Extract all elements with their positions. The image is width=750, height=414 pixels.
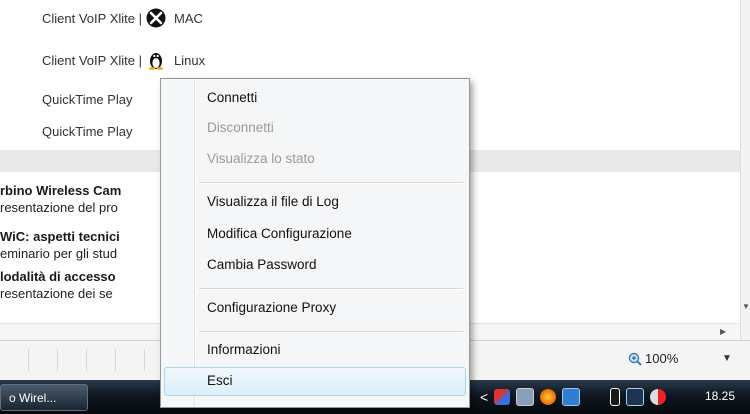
network-app-icon[interactable] xyxy=(494,389,511,405)
zoom-icon xyxy=(628,352,642,366)
notification-area: < xyxy=(480,384,667,410)
monitor-icon[interactable] xyxy=(516,388,535,406)
menu-separator xyxy=(199,182,463,184)
scroll-right-arrow-icon[interactable]: ▶ xyxy=(720,327,726,336)
download-link-quicktime[interactable]: QuickTime Play xyxy=(42,124,133,139)
download-link-quicktime[interactable]: QuickTime Play xyxy=(42,92,133,107)
news-description: eminario per gli stud xyxy=(0,246,118,261)
linux-tux-icon xyxy=(146,50,166,70)
zoom-level: 100% xyxy=(645,351,679,366)
news-title[interactable]: WiC: aspetti tecnici xyxy=(0,228,120,245)
apple-x-icon xyxy=(146,8,166,28)
menu-item-informazioni[interactable]: Informazioni xyxy=(207,342,281,357)
security-shield-icon[interactable] xyxy=(540,389,557,405)
menu-icon-gutter xyxy=(194,81,196,405)
os-label: Linux xyxy=(173,52,206,68)
menu-item-disconnetti: Disconnetti xyxy=(207,120,274,135)
download-label: Client VoIP Xlite | xyxy=(42,10,142,26)
network-connection-icon[interactable] xyxy=(626,388,645,406)
download-label: QuickTime Play xyxy=(42,92,133,107)
menu-item-visualizza-log[interactable]: Visualizza il file di Log xyxy=(207,194,339,209)
taskbar-clock[interactable]: 18.25 xyxy=(705,389,735,403)
zoom-dropdown-icon[interactable]: ▼ xyxy=(722,353,732,364)
download-label: Client VoIP Xlite | xyxy=(42,52,142,68)
download-label: QuickTime Play xyxy=(42,124,133,139)
scroll-down-arrow-icon[interactable]: ▼ xyxy=(742,302,750,311)
menu-separator xyxy=(199,331,463,333)
download-link-xlite-mac[interactable]: Client VoIP Xlite | MAC xyxy=(42,8,203,28)
volume-muted-icon[interactable] xyxy=(650,389,667,405)
news-title[interactable]: lodalità di accesso xyxy=(0,268,116,285)
news-description: resentazione del pro xyxy=(0,200,118,215)
menu-item-esci[interactable]: Esci xyxy=(207,373,233,388)
tray-expand-icon[interactable]: < xyxy=(480,389,488,405)
vertical-scrollbar[interactable]: ▼ xyxy=(740,0,750,340)
menu-separator xyxy=(199,288,463,290)
taskbar-window-button[interactable]: o Wirel... xyxy=(0,384,88,411)
display-app-icon[interactable] xyxy=(562,388,581,406)
menu-item-cambia-password[interactable]: Cambia Password xyxy=(207,257,317,272)
news-item[interactable]: WiC: aspetti tecnici eminario per gli st… xyxy=(0,228,120,262)
news-item[interactable]: rbino Wireless Cam resentazione del pro xyxy=(0,182,121,216)
tray-context-menu: Connetti Disconnetti Visualizza lo stato… xyxy=(160,78,470,408)
menu-item-connetti[interactable]: Connetti xyxy=(207,90,257,105)
os-label: MAC xyxy=(173,10,203,26)
menu-item-modifica-configurazione[interactable]: Modifica Configurazione xyxy=(207,226,352,241)
news-title[interactable]: rbino Wireless Cam xyxy=(0,182,121,199)
status-panes xyxy=(0,349,174,373)
news-description: resentazione dei se xyxy=(0,286,113,301)
battery-icon[interactable] xyxy=(610,388,621,406)
download-link-xlite-linux[interactable]: Client VoIP Xlite | Linux xyxy=(42,50,205,70)
menu-item-configurazione-proxy[interactable]: Configurazione Proxy xyxy=(207,300,336,315)
zoom-control[interactable]: 100% xyxy=(628,351,678,366)
news-item[interactable]: lodalità di accesso resentazione dei se xyxy=(0,268,116,302)
menu-item-visualizza-stato: Visualizza lo stato xyxy=(207,151,315,166)
